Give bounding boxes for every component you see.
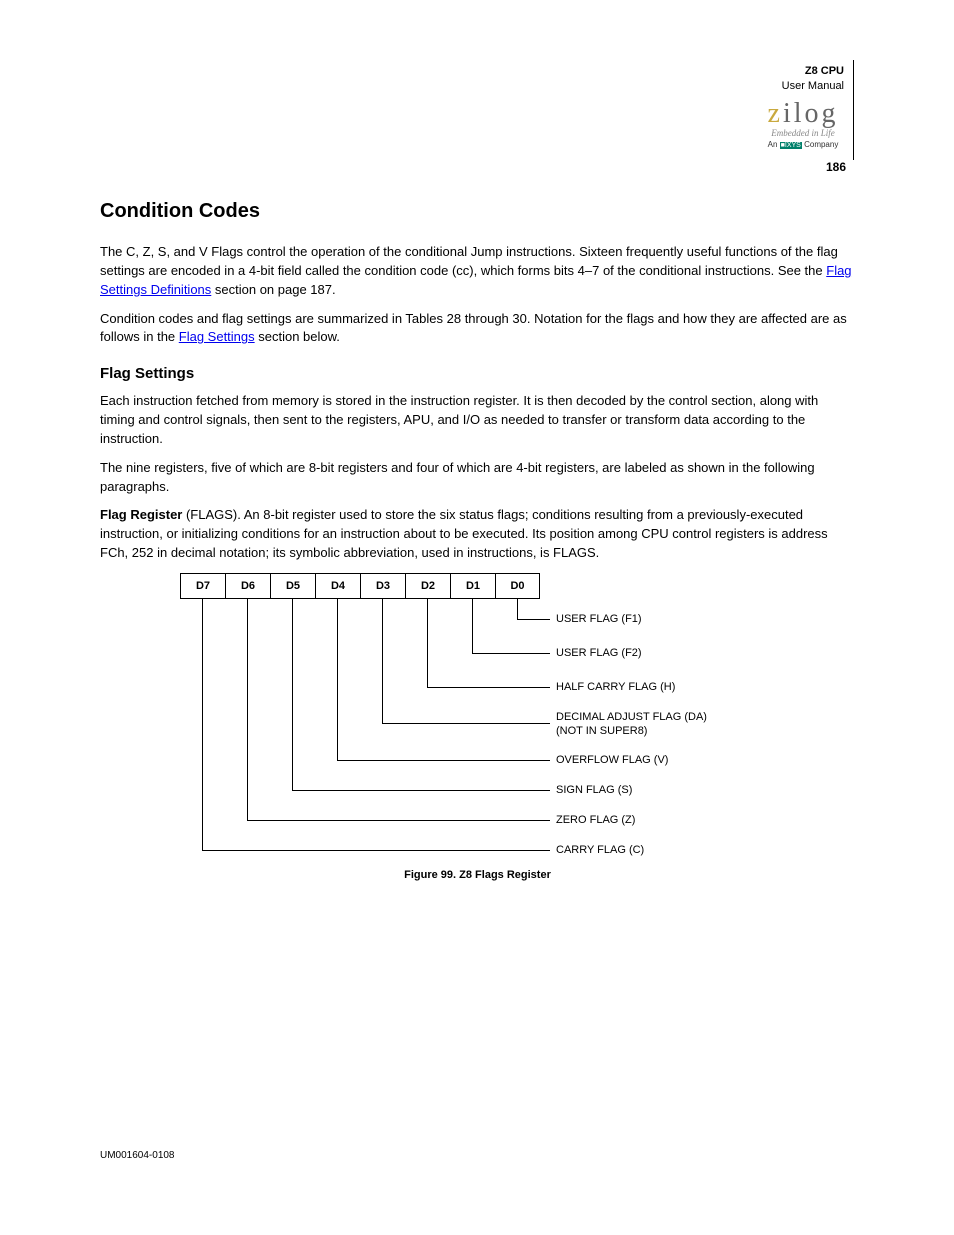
ixys-mark: ■IXYS — [780, 142, 802, 149]
body-para-2: The nine registers, five of which are 8-… — [100, 459, 855, 497]
bit-row: D7 D6 D5 D4 D3 D2 D1 D0 — [180, 573, 540, 599]
flag-label-v: OVERFLOW FLAG (V) — [556, 754, 846, 768]
bit-d4: D4 — [315, 573, 360, 599]
bit-d1: D1 — [450, 573, 495, 599]
brand-logo: zilog Embedded in Life An ■IXYS Company — [758, 98, 848, 149]
page-number: 186 — [826, 160, 846, 174]
flags-register-diagram: D7 D6 D5 D4 D3 D2 D1 D0 USER FLAG (F1) U… — [180, 573, 855, 863]
bit-d6: D6 — [225, 573, 270, 599]
header-doc: User Manual — [782, 79, 844, 94]
flag-register-body: (FLAGS). An 8-bit register used to store… — [100, 507, 828, 560]
bit-d5: D5 — [270, 573, 315, 599]
logo-rest: ilog — [783, 98, 839, 129]
flag-register-definition: Flag Register (FLAGS). An 8-bit register… — [100, 506, 855, 563]
logo-subline: An ■IXYS Company — [758, 140, 848, 149]
logo-tagline: Embedded in Life — [758, 128, 848, 138]
footer-docid: UM001604-0108 — [100, 1150, 175, 1161]
bit-d3: D3 — [360, 573, 405, 599]
flag-register-term: Flag Register — [100, 507, 182, 522]
flag-label-h: HALF CARRY FLAG (H) — [556, 681, 846, 695]
flag-label-f2: USER FLAG (F2) — [556, 647, 846, 661]
bit-d2: D2 — [405, 573, 450, 599]
section-flag-settings: Flag Settings — [100, 365, 855, 382]
page-content: Condition Codes The C, Z, S, and V Flags… — [100, 200, 855, 881]
figure-caption: Figure 99. Z8 Flags Register — [100, 869, 855, 881]
body-para-1: Each instruction fetched from memory is … — [100, 392, 855, 449]
flag-label-z: ZERO FLAG (Z) — [556, 814, 846, 828]
bit-d0: D0 — [495, 573, 540, 599]
bit-d7: D7 — [180, 573, 225, 599]
intro-para-1: The C, Z, S, and V Flags control the ope… — [100, 243, 855, 300]
flag-label-c: CARRY FLAG (C) — [556, 844, 846, 858]
header-product: Z8 CPU — [782, 64, 844, 79]
link-flag-settings[interactable]: Flag Settings — [179, 329, 255, 344]
flag-label-da: DECIMAL ADJUST FLAG (DA) (NOT IN SUPER8) — [556, 711, 846, 739]
intro-para-2: Condition codes and flag settings are su… — [100, 310, 855, 348]
header-divider — [853, 60, 854, 160]
logo-z: z — [768, 98, 783, 129]
page-title: Condition Codes — [100, 200, 855, 223]
flag-label-f1: USER FLAG (F1) — [556, 613, 846, 627]
flag-label-s: SIGN FLAG (S) — [556, 784, 846, 798]
